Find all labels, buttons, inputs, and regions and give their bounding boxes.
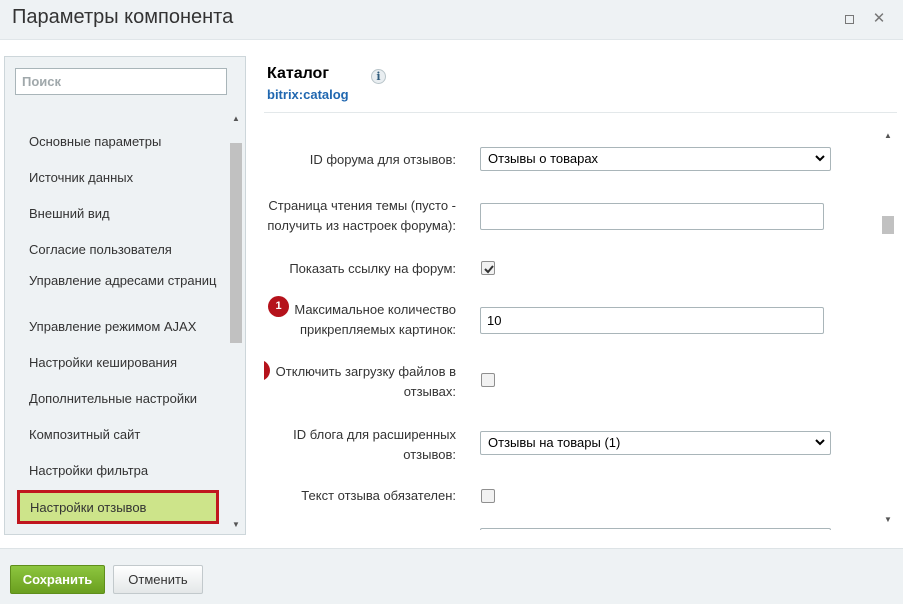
sidebar-item-ajax-mode[interactable]: Управление режимом AJAX (29, 319, 225, 334)
max-images-label: Максимальное количество прикрепляемых ка… (294, 302, 456, 337)
scroll-down-icon[interactable]: ▼ (229, 519, 243, 531)
review-text-required-checkbox[interactable] (481, 489, 495, 503)
topic-page-label: Страница чтения темы (пусто - получить и… (267, 198, 456, 233)
max-images-input[interactable] (480, 307, 824, 334)
show-forum-link-label: Показать ссылку на форум: (289, 261, 456, 276)
sidebar-scrollbar[interactable]: ▲ ▼ (229, 113, 243, 531)
sidebar-item-cache-settings[interactable]: Настройки кеширования (29, 355, 225, 370)
save-button[interactable]: Сохранить (10, 565, 105, 594)
scroll-down-icon[interactable]: ▼ (881, 514, 895, 526)
chevron-down-icon (815, 155, 825, 162)
checkmark-icon (484, 265, 494, 274)
sidebar-item-composite-site[interactable]: Композитный сайт (29, 427, 225, 442)
sidebar-item-reviews-settings[interactable]: Настройки отзывов (17, 490, 219, 524)
sidebar-item-data-source[interactable]: Источник данных (29, 170, 225, 185)
forum-id-select-value: Отзывы о товарах (488, 151, 599, 166)
dialog-footer: Сохранить Отменить (0, 548, 903, 604)
maximize-icon[interactable] (842, 12, 856, 26)
chevron-down-icon (815, 439, 825, 446)
settings-form: ID форума для отзывов: Отзывы о товарах … (264, 128, 881, 530)
sidebar-item-user-consent[interactable]: Согласие пользователя (29, 242, 225, 257)
form-scrollbar[interactable]: ▲ ▼ (881, 128, 895, 528)
show-forum-link-checkbox[interactable] (481, 261, 495, 275)
disable-uploads-label: Отключить загрузку файлов в отзывах: (275, 364, 456, 399)
sidebar-item-main-params[interactable]: Основные параметры (29, 134, 225, 149)
review-text-required-label: Текст отзыва обязателен: (301, 488, 456, 503)
blog-id-select[interactable]: Отзывы на товары (1) (480, 431, 831, 455)
sidebar-item-filter-settings[interactable]: Настройки фильтра (29, 463, 225, 478)
sidebar: Основные параметры Источник данных Внешн… (4, 56, 246, 535)
header-divider (264, 112, 897, 113)
blog-id-select-value: Отзывы на товары (1) (488, 435, 621, 450)
cancel-button[interactable]: Отменить (113, 565, 203, 594)
window-title: Параметры компонента (12, 6, 234, 28)
sidebar-item-appearance[interactable]: Внешний вид (29, 206, 225, 221)
next-field-partial[interactable] (480, 528, 831, 530)
scroll-up-icon[interactable]: ▲ (881, 130, 895, 142)
window-titlebar: Параметры компонента ✕ (0, 0, 903, 40)
topic-page-input[interactable] (480, 203, 824, 230)
form-scroll-thumb[interactable] (882, 216, 894, 234)
forum-id-select[interactable]: Отзывы о товарах (480, 147, 831, 171)
info-icon[interactable]: i (371, 69, 386, 84)
sidebar-item-additional-settings[interactable]: Дополнительные настройки (29, 391, 225, 406)
forum-id-label: ID форума для отзывов: (309, 152, 456, 167)
sidebar-item-url-management[interactable]: Управление адресами страниц (29, 273, 225, 288)
disable-uploads-checkbox[interactable] (481, 373, 495, 387)
blog-id-label: ID блога для расширенных отзывов: (293, 427, 456, 462)
component-title: Каталог (267, 65, 329, 82)
close-icon[interactable]: ✕ (872, 11, 886, 26)
sidebar-scroll-thumb[interactable] (230, 143, 242, 343)
component-code: bitrix:catalog (267, 87, 349, 102)
search-input[interactable] (15, 68, 227, 95)
scroll-up-icon[interactable]: ▲ (229, 113, 243, 125)
